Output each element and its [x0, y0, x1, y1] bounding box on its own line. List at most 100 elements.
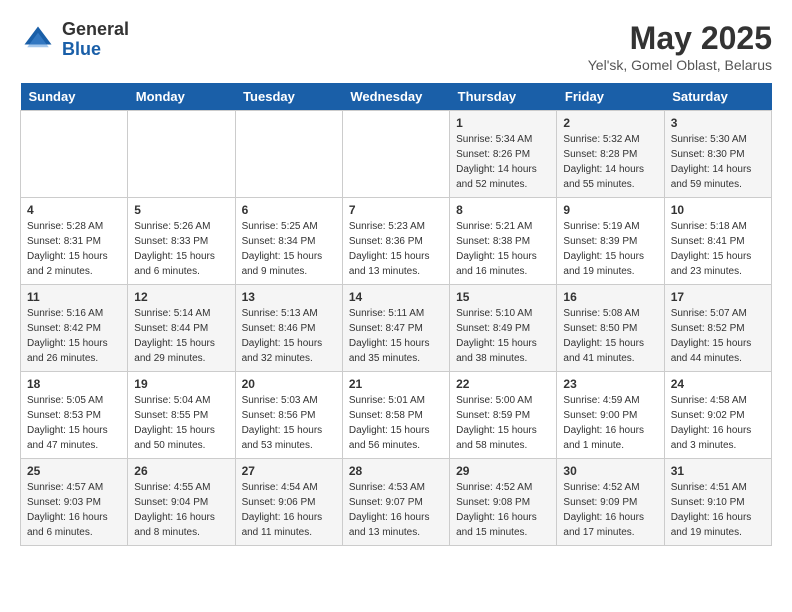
calendar-cell: 23 Sunrise: 4:59 AM Sunset: 9:00 PM Dayli…: [557, 372, 664, 459]
day-info: Sunrise: 4:54 AM Sunset: 9:06 PM Dayligh…: [242, 480, 336, 540]
calendar-cell: 21 Sunrise: 5:01 AM Sunset: 8:58 PM Dayli…: [342, 372, 449, 459]
day-number: 15: [456, 290, 550, 304]
calendar-cell: 17 Sunrise: 5:07 AM Sunset: 8:52 PM Dayli…: [664, 285, 771, 372]
calendar-week-row: 11 Sunrise: 5:16 AM Sunset: 8:42 PM Dayli…: [21, 285, 772, 372]
calendar-cell: 26 Sunrise: 4:55 AM Sunset: 9:04 PM Dayli…: [128, 459, 235, 546]
calendar-cell: 25 Sunrise: 4:57 AM Sunset: 9:03 PM Dayli…: [21, 459, 128, 546]
calendar-cell: 7Sunrise: 5:23 AM Sunset: 8:36 PM Daylig…: [342, 198, 449, 285]
day-info: Sunrise: 4:52 AM Sunset: 9:08 PM Dayligh…: [456, 480, 550, 540]
day-info: Sunrise: 5:07 AM Sunset: 8:52 PM Dayligh…: [671, 306, 765, 366]
calendar-cell: 16Sunrise: 5:08 AM Sunset: 8:50 PM Dayli…: [557, 285, 664, 372]
calendar-cell: 27 Sunrise: 4:54 AM Sunset: 9:06 PM Dayli…: [235, 459, 342, 546]
calendar-cell: 10 Sunrise: 5:18 AM Sunset: 8:41 PM Dayli…: [664, 198, 771, 285]
calendar-cell: 4Sunrise: 5:28 AM Sunset: 8:31 PM Daylig…: [21, 198, 128, 285]
header-friday: Friday: [557, 83, 664, 111]
day-number: 26: [134, 464, 228, 478]
calendar-cell: 13Sunrise: 5:13 AM Sunset: 8:46 PM Dayli…: [235, 285, 342, 372]
calendar-cell: 1Sunrise: 5:34 AM Sunset: 8:26 PM Daylig…: [450, 111, 557, 198]
day-number: 14: [349, 290, 443, 304]
day-info: Sunrise: 5:03 AM Sunset: 8:56 PM Dayligh…: [242, 393, 336, 453]
day-info: Sunrise: 5:23 AM Sunset: 8:36 PM Dayligh…: [349, 219, 443, 279]
day-number: 17: [671, 290, 765, 304]
title-block: May 2025 Yel'sk, Gomel Oblast, Belarus: [588, 20, 772, 73]
day-info: Sunrise: 5:01 AM Sunset: 8:58 PM Dayligh…: [349, 393, 443, 453]
day-info: Sunrise: 5:30 AM Sunset: 8:30 PM Dayligh…: [671, 132, 765, 192]
day-info: Sunrise: 5:19 AM Sunset: 8:39 PM Dayligh…: [563, 219, 657, 279]
day-number: 2: [563, 116, 657, 130]
calendar-cell: 31Sunrise: 4:51 AM Sunset: 9:10 PM Dayli…: [664, 459, 771, 546]
calendar-cell: [128, 111, 235, 198]
day-number: 21: [349, 377, 443, 391]
header-tuesday: Tuesday: [235, 83, 342, 111]
day-info: Sunrise: 5:21 AM Sunset: 8:38 PM Dayligh…: [456, 219, 550, 279]
logo: General Blue: [20, 20, 129, 60]
logo-text: General Blue: [62, 20, 129, 60]
calendar-cell: 11 Sunrise: 5:16 AM Sunset: 8:42 PM Dayli…: [21, 285, 128, 372]
calendar-cell: [235, 111, 342, 198]
day-info: Sunrise: 5:14 AM Sunset: 8:44 PM Dayligh…: [134, 306, 228, 366]
month-title: May 2025: [588, 20, 772, 57]
day-number: 27: [242, 464, 336, 478]
day-number: 8: [456, 203, 550, 217]
calendar-cell: 29 Sunrise: 4:52 AM Sunset: 9:08 PM Dayli…: [450, 459, 557, 546]
calendar-cell: 19Sunrise: 5:04 AM Sunset: 8:55 PM Dayli…: [128, 372, 235, 459]
day-info: Sunrise: 5:10 AM Sunset: 8:49 PM Dayligh…: [456, 306, 550, 366]
calendar-week-row: 4Sunrise: 5:28 AM Sunset: 8:31 PM Daylig…: [21, 198, 772, 285]
calendar-cell: 9 Sunrise: 5:19 AM Sunset: 8:39 PM Daylig…: [557, 198, 664, 285]
calendar-cell: 5 Sunrise: 5:26 AM Sunset: 8:33 PM Daylig…: [128, 198, 235, 285]
calendar-cell: 24Sunrise: 4:58 AM Sunset: 9:02 PM Dayli…: [664, 372, 771, 459]
calendar-cell: 28 Sunrise: 4:53 AM Sunset: 9:07 PM Dayli…: [342, 459, 449, 546]
header-monday: Monday: [128, 83, 235, 111]
day-number: 3: [671, 116, 765, 130]
day-info: Sunrise: 5:11 AM Sunset: 8:47 PM Dayligh…: [349, 306, 443, 366]
day-info: Sunrise: 5:25 AM Sunset: 8:34 PM Dayligh…: [242, 219, 336, 279]
calendar-cell: 14 Sunrise: 5:11 AM Sunset: 8:47 PM Dayli…: [342, 285, 449, 372]
calendar-cell: 6 Sunrise: 5:25 AM Sunset: 8:34 PM Daylig…: [235, 198, 342, 285]
calendar-cell: 12 Sunrise: 5:14 AM Sunset: 8:44 PM Dayli…: [128, 285, 235, 372]
day-info: Sunrise: 5:00 AM Sunset: 8:59 PM Dayligh…: [456, 393, 550, 453]
header-saturday: Saturday: [664, 83, 771, 111]
day-info: Sunrise: 5:18 AM Sunset: 8:41 PM Dayligh…: [671, 219, 765, 279]
header-thursday: Thursday: [450, 83, 557, 111]
day-number: 12: [134, 290, 228, 304]
day-info: Sunrise: 5:26 AM Sunset: 8:33 PM Dayligh…: [134, 219, 228, 279]
day-number: 30: [563, 464, 657, 478]
day-info: Sunrise: 5:32 AM Sunset: 8:28 PM Dayligh…: [563, 132, 657, 192]
day-number: 5: [134, 203, 228, 217]
page-header: General Blue May 2025 Yel'sk, Gomel Obla…: [20, 20, 772, 73]
day-number: 23: [563, 377, 657, 391]
calendar-cell: 22 Sunrise: 5:00 AM Sunset: 8:59 PM Dayli…: [450, 372, 557, 459]
header-sunday: Sunday: [21, 83, 128, 111]
calendar-week-row: 25 Sunrise: 4:57 AM Sunset: 9:03 PM Dayli…: [21, 459, 772, 546]
calendar-cell: 30 Sunrise: 4:52 AM Sunset: 9:09 PM Dayli…: [557, 459, 664, 546]
day-number: 11: [27, 290, 121, 304]
calendar-header-row: SundayMondayTuesdayWednesdayThursdayFrid…: [21, 83, 772, 111]
calendar-week-row: 1Sunrise: 5:34 AM Sunset: 8:26 PM Daylig…: [21, 111, 772, 198]
day-info: Sunrise: 4:59 AM Sunset: 9:00 PM Dayligh…: [563, 393, 657, 453]
calendar-cell: 15 Sunrise: 5:10 AM Sunset: 8:49 PM Dayli…: [450, 285, 557, 372]
day-info: Sunrise: 4:52 AM Sunset: 9:09 PM Dayligh…: [563, 480, 657, 540]
day-number: 9: [563, 203, 657, 217]
logo-icon: [20, 22, 56, 58]
day-info: Sunrise: 5:16 AM Sunset: 8:42 PM Dayligh…: [27, 306, 121, 366]
day-number: 22: [456, 377, 550, 391]
day-number: 19: [134, 377, 228, 391]
calendar-cell: [21, 111, 128, 198]
day-number: 6: [242, 203, 336, 217]
day-info: Sunrise: 5:34 AM Sunset: 8:26 PM Dayligh…: [456, 132, 550, 192]
day-number: 29: [456, 464, 550, 478]
day-info: Sunrise: 4:55 AM Sunset: 9:04 PM Dayligh…: [134, 480, 228, 540]
calendar-week-row: 18Sunrise: 5:05 AM Sunset: 8:53 PM Dayli…: [21, 372, 772, 459]
header-wednesday: Wednesday: [342, 83, 449, 111]
day-number: 10: [671, 203, 765, 217]
day-info: Sunrise: 5:28 AM Sunset: 8:31 PM Dayligh…: [27, 219, 121, 279]
calendar-cell: 8 Sunrise: 5:21 AM Sunset: 8:38 PM Daylig…: [450, 198, 557, 285]
day-info: Sunrise: 4:57 AM Sunset: 9:03 PM Dayligh…: [27, 480, 121, 540]
day-number: 28: [349, 464, 443, 478]
calendar-table: SundayMondayTuesdayWednesdayThursdayFrid…: [20, 83, 772, 546]
location-subtitle: Yel'sk, Gomel Oblast, Belarus: [588, 57, 772, 73]
day-number: 25: [27, 464, 121, 478]
day-info: Sunrise: 4:53 AM Sunset: 9:07 PM Dayligh…: [349, 480, 443, 540]
day-number: 18: [27, 377, 121, 391]
calendar-cell: 2 Sunrise: 5:32 AM Sunset: 8:28 PM Daylig…: [557, 111, 664, 198]
